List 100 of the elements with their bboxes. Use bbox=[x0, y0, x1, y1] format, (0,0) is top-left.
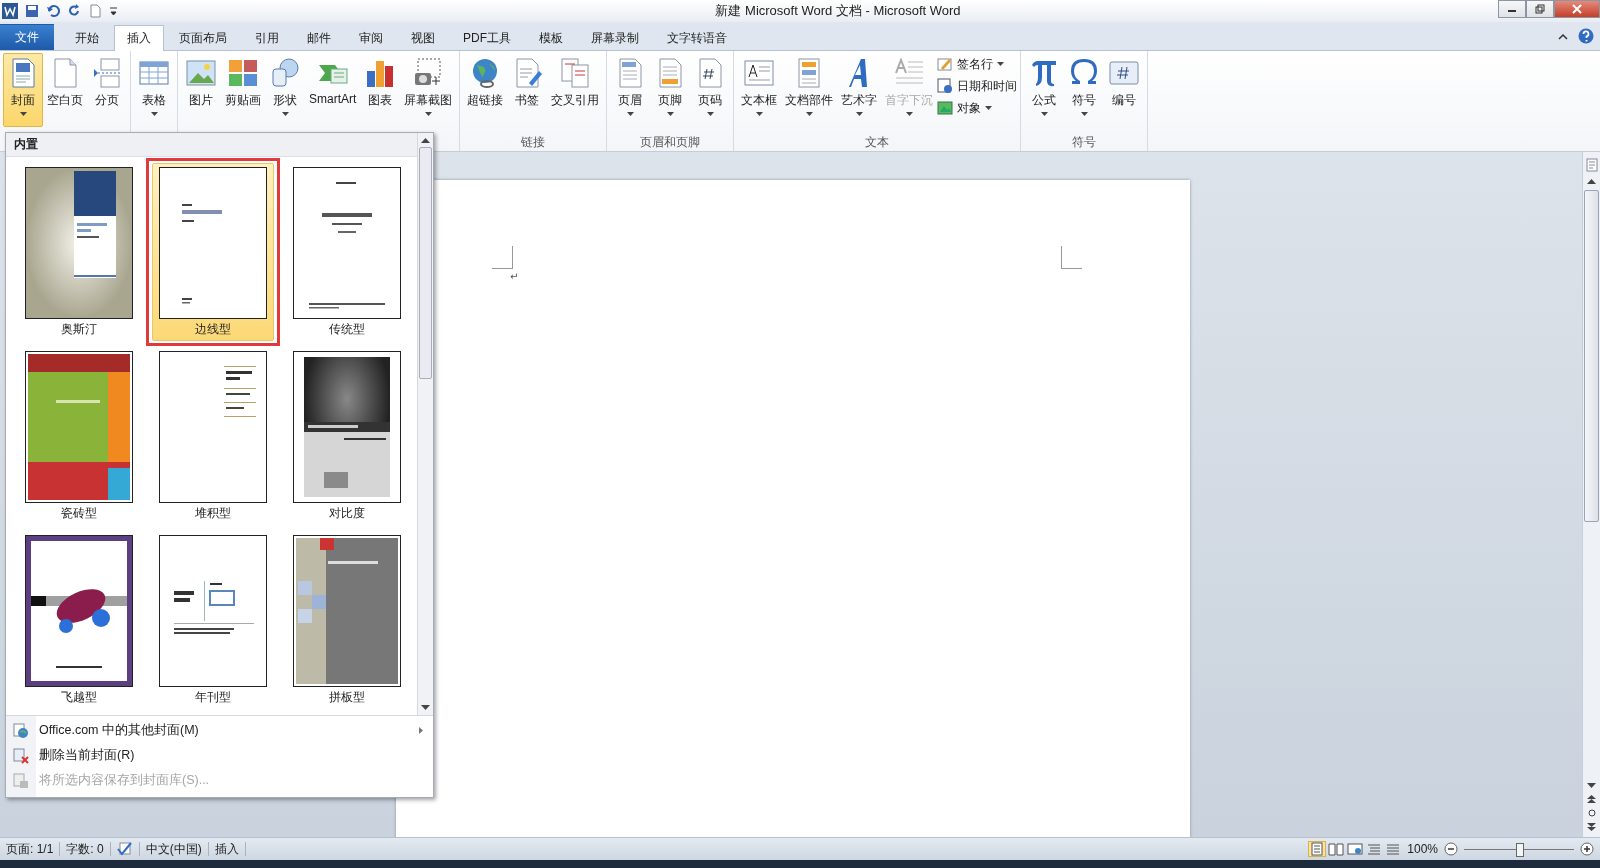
ribbon-tab[interactable]: 文字转语音 bbox=[654, 26, 740, 50]
ribbon-tab[interactable]: 审阅 bbox=[346, 26, 396, 50]
ribbon-button[interactable]: 表格 bbox=[134, 53, 174, 127]
ribbon-button[interactable]: 艺术字 bbox=[837, 53, 882, 127]
ribbon-button[interactable]: 日期和时间 bbox=[937, 77, 1018, 95]
globe-page-icon bbox=[13, 722, 29, 739]
ribbon-button[interactable]: 符号 bbox=[1064, 53, 1105, 127]
ribbon-button[interactable]: 页脚 bbox=[650, 53, 691, 127]
undo-icon[interactable] bbox=[46, 4, 60, 18]
ribbon-tab[interactable]: 插入 bbox=[114, 25, 164, 51]
word-logo-icon[interactable] bbox=[2, 3, 18, 19]
restore-icon bbox=[1535, 4, 1545, 14]
ribbon-button[interactable]: 剪贴画 bbox=[221, 53, 265, 127]
caret-icon bbox=[281, 112, 289, 116]
zoom-slider[interactable] bbox=[1516, 842, 1524, 857]
cover-option[interactable]: 传统型 bbox=[286, 163, 408, 341]
cover-option[interactable]: 对比度 bbox=[286, 347, 408, 525]
gallery-heading: 内置 bbox=[6, 133, 417, 157]
ribbon-tab[interactable]: 屏幕录制 bbox=[578, 26, 652, 50]
ribbon-button[interactable]: 文档部件 bbox=[781, 53, 838, 127]
ribbon-tab[interactable]: 引用 bbox=[242, 26, 292, 50]
zoom-out-icon[interactable] bbox=[1444, 842, 1458, 856]
vertical-scrollbar[interactable] bbox=[1582, 152, 1600, 837]
caret-icon bbox=[666, 112, 674, 116]
save-icon[interactable] bbox=[25, 4, 39, 18]
margin-corner bbox=[492, 246, 513, 269]
close-button[interactable] bbox=[1554, 0, 1600, 18]
redo-icon[interactable] bbox=[67, 4, 81, 18]
status-text[interactable]: 中文(中国) bbox=[145, 840, 202, 858]
gallery-scrollbar[interactable] bbox=[417, 133, 433, 715]
paragraph-mark: ↵ bbox=[510, 271, 519, 282]
caret-icon bbox=[985, 106, 993, 110]
scroll-thumb[interactable] bbox=[1584, 190, 1599, 522]
ribbon-tab[interactable]: 邮件 bbox=[294, 26, 344, 50]
caret-icon bbox=[855, 112, 863, 116]
ribbon-button[interactable]: 公式 bbox=[1024, 53, 1065, 127]
ribbon-button[interactable]: 文本框 bbox=[737, 53, 782, 127]
cover-option[interactable]: 瓷砖型 bbox=[18, 347, 140, 525]
group-label: 符号 bbox=[1072, 134, 1097, 151]
status-text[interactable]: 页面: 1/1 bbox=[6, 840, 54, 858]
caret-icon bbox=[997, 62, 1005, 66]
ribbon-button[interactable]: 空白页 bbox=[43, 53, 87, 127]
calendar-icon bbox=[937, 78, 954, 94]
ribbon-tab[interactable]: 视图 bbox=[398, 26, 448, 50]
ribbon-button[interactable]: 图表 bbox=[360, 53, 401, 127]
minimize-button[interactable] bbox=[1498, 0, 1526, 18]
scroll-up-icon[interactable] bbox=[1587, 178, 1596, 184]
group-label: 文本 bbox=[865, 134, 890, 151]
ribbon-button[interactable]: 交叉引用 bbox=[547, 53, 604, 127]
save-page-icon bbox=[13, 772, 29, 789]
collapse-ribbon-icon[interactable] bbox=[1558, 32, 1568, 40]
ribbon-button[interactable]: SmartArt bbox=[305, 53, 361, 127]
scroll-down-icon[interactable] bbox=[1587, 783, 1596, 789]
proofing-check-icon[interactable] bbox=[116, 842, 133, 856]
ribbon-button[interactable]: 书签 bbox=[507, 53, 548, 127]
cover-option[interactable]: 飞越型 bbox=[18, 531, 140, 709]
cover-option[interactable]: 边线型 bbox=[152, 163, 274, 341]
ribbon-button[interactable]: 对象 bbox=[937, 99, 1018, 117]
object-icon bbox=[937, 100, 954, 116]
ribbon-button[interactable]: 签名行 bbox=[937, 55, 1018, 73]
web-layout-icon[interactable] bbox=[1347, 842, 1364, 856]
reading-layout-icon[interactable] bbox=[1328, 842, 1345, 856]
print-layout-icon[interactable] bbox=[1309, 842, 1326, 856]
group-label: 页眉和页脚 bbox=[640, 134, 701, 151]
ribbon-tab[interactable]: 开始 bbox=[62, 26, 112, 50]
scroll-thumb[interactable] bbox=[419, 147, 432, 379]
menu-item[interactable]: 删除当前封面(R) bbox=[6, 743, 433, 768]
zoom-in-icon[interactable] bbox=[1580, 842, 1594, 856]
file-tab[interactable]: 文件 bbox=[0, 24, 54, 50]
ribbon-button[interactable]: 封面 bbox=[3, 53, 43, 127]
previous-page-icon[interactable] bbox=[1587, 795, 1596, 803]
cover-option[interactable]: 奥斯汀 bbox=[18, 163, 140, 341]
scroll-up-icon[interactable] bbox=[421, 137, 430, 143]
status-text[interactable]: 插入 bbox=[214, 840, 239, 858]
status-text[interactable]: 字数: 0 bbox=[66, 840, 104, 858]
delete-page-icon bbox=[13, 747, 29, 764]
cover-option[interactable]: 拼板型 bbox=[286, 531, 408, 709]
caret-icon bbox=[1080, 112, 1088, 116]
ribbon-button[interactable]: 分页 bbox=[87, 53, 127, 127]
customize-caret-icon[interactable] bbox=[109, 4, 118, 18]
ribbon-tab[interactable]: 页面布局 bbox=[166, 26, 240, 50]
ribbon-button[interactable]: 编号 bbox=[1104, 53, 1145, 127]
next-page-icon[interactable] bbox=[1587, 823, 1596, 831]
ribbon-button[interactable]: 页眉 bbox=[610, 53, 651, 127]
ribbon-tab[interactable]: PDF工具 bbox=[450, 26, 524, 50]
ribbon-tab[interactable]: 模板 bbox=[526, 26, 576, 50]
help-icon[interactable] bbox=[1578, 28, 1594, 44]
scroll-down-icon[interactable] bbox=[421, 705, 430, 711]
cover-option[interactable]: 堆积型 bbox=[152, 347, 274, 525]
ribbon-button[interactable]: 图片 bbox=[181, 53, 221, 127]
cover-option[interactable]: 年刊型 bbox=[152, 531, 274, 709]
menu-item[interactable]: Office.com 中的其他封面(M) bbox=[6, 718, 433, 743]
browse-object-icon[interactable] bbox=[1587, 809, 1596, 817]
ribbon-button[interactable]: 超链接 bbox=[463, 53, 508, 127]
zoom-level[interactable]: 100% bbox=[1407, 842, 1438, 856]
restore-button[interactable] bbox=[1526, 0, 1554, 18]
clip-art-icon bbox=[227, 57, 259, 89]
ribbon-button[interactable]: 屏幕截图 bbox=[400, 53, 457, 127]
ribbon-button[interactable]: 页码 bbox=[690, 53, 731, 127]
ribbon-button[interactable]: 形状 bbox=[265, 53, 305, 127]
